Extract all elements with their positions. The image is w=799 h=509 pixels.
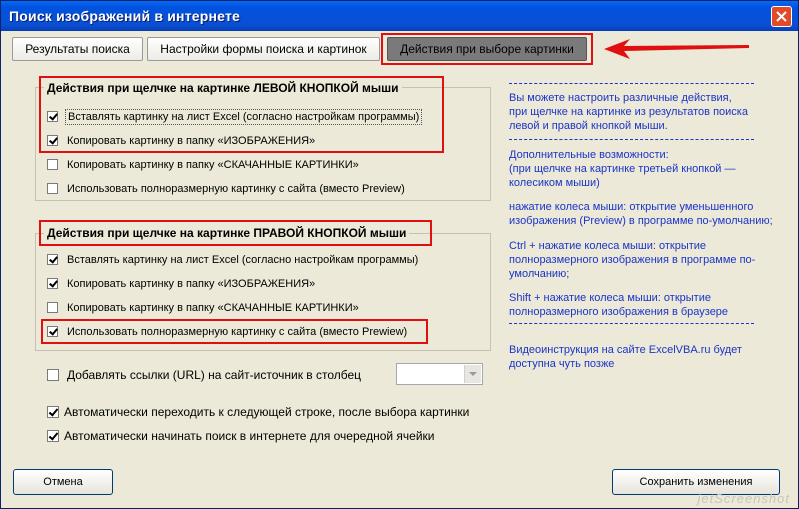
info-paragraph-1: Вы можете настроить различные действия, п…: [509, 92, 748, 132]
checkbox[interactable]: [47, 278, 58, 289]
close-icon: [776, 11, 787, 22]
info-separator: [509, 323, 754, 324]
fullsize-highlight: [41, 319, 428, 344]
watermark-logo: jetScreenshot: [697, 491, 790, 506]
close-button[interactable]: [771, 6, 792, 27]
checkbox[interactable]: [47, 183, 58, 194]
checkbox[interactable]: [47, 135, 58, 146]
tab-search-results[interactable]: Результаты поиска: [12, 37, 143, 61]
tab-search-settings[interactable]: Настройки формы поиска и картинок: [147, 37, 380, 61]
checkbox[interactable]: [47, 111, 58, 122]
window-title: Поиск изображений в интернете: [9, 8, 240, 24]
info-paragraph-2: Дополнительные возможности: (при щелчке н…: [509, 149, 736, 189]
checkbox[interactable]: [47, 302, 58, 313]
checkbox[interactable]: [47, 369, 59, 381]
info-paragraph-4: Ctrl + нажатие колеса мыши: открытие полн…: [509, 240, 756, 280]
left-group-title: Действия при щелчке на картинке ЛЕВОЙ КН…: [44, 81, 402, 95]
dialog-window: Поиск изображений в интернете Результаты…: [0, 0, 799, 509]
chevron-down-icon[interactable]: [464, 365, 481, 383]
title-bar: Поиск изображений в интернете: [1, 1, 798, 31]
checkbox[interactable]: [47, 254, 58, 265]
info-paragraph-6: Видеоинструкция на сайте ExcelVBA.ru буд…: [509, 344, 742, 370]
info-paragraph-5: Shift + нажатие колеса мыши: открытие пол…: [509, 292, 729, 318]
column-select[interactable]: [396, 363, 483, 385]
checkbox[interactable]: [47, 430, 59, 442]
tab-highlight: [381, 33, 593, 65]
info-separator: [509, 139, 754, 140]
checkbox[interactable]: [47, 159, 58, 170]
checkbox[interactable]: [47, 406, 59, 418]
cancel-button[interactable]: Отмена: [13, 469, 113, 495]
info-paragraph-3: нажатие колеса мыши: открытие уменьшенно…: [509, 201, 773, 227]
red-arrow-icon: [604, 39, 749, 59]
info-separator: [509, 83, 754, 84]
right-group-title: Действия при щелчке на картинке ПРАВОЙ К…: [44, 226, 410, 240]
